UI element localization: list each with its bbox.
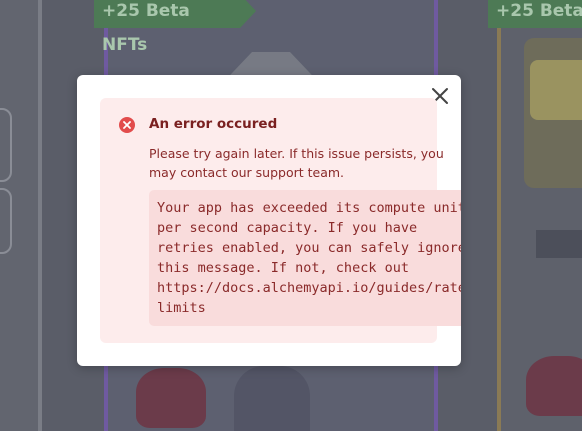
error-title: An error occured [149,116,278,132]
nft-boot-art [526,356,582,416]
error-details-box: Your app has exceeded its compute units … [149,190,461,326]
card-left-decoration [0,108,12,182]
error-details: Your app has exceeded its compute units … [157,200,461,316]
error-circle-icon [119,117,135,133]
error-modal: An error occured Please try again later.… [77,75,461,366]
nft-boot-art [136,368,206,428]
nft-reward-ribbon: +25 Beta [488,0,582,28]
nft-reward-ribbon: +25 Beta NFTs [94,0,256,55]
error-message: Please try again later. If this issue pe… [149,146,444,180]
card-left-decoration [0,188,12,254]
error-alert: An error occured Please try again later.… [100,98,461,343]
nft-card-right-art-top [530,60,582,120]
nft-character-art [234,366,310,431]
nft-card-right-art-stripe [536,230,582,258]
